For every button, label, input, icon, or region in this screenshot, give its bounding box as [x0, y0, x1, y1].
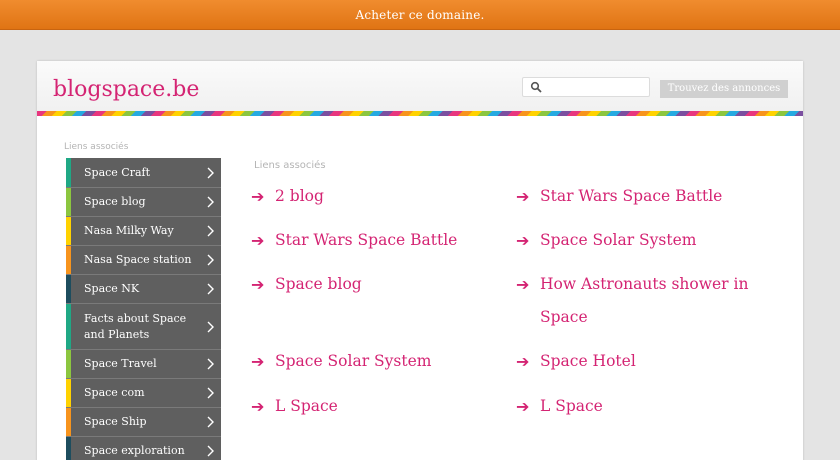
arrow-right-icon: ➔ [251, 352, 265, 371]
related-link-label: L Space [275, 397, 338, 415]
sidebar-item-accent [66, 437, 71, 460]
related-link[interactable]: ➔ Space blog [251, 268, 491, 301]
site-logo[interactable]: blogspace.be [53, 76, 199, 104]
chevron-right-icon [207, 254, 214, 266]
color-stripe-divider [37, 111, 803, 116]
sidebar-item[interactable]: Space exploration [66, 437, 221, 460]
related-link[interactable]: ➔ L Space [251, 390, 491, 423]
related-link[interactable]: ➔ 2 blog [251, 180, 491, 213]
sidebar-item[interactable]: Nasa Space station [66, 246, 221, 275]
top-bar: Acheter ce domaine. [0, 0, 840, 30]
related-link[interactable]: ➔ L Space [516, 390, 756, 423]
search-input[interactable] [547, 78, 647, 96]
header: blogspace.be Trouvez des annonces [37, 61, 803, 116]
chevron-right-icon [207, 167, 214, 178]
chevron-right-icon [207, 416, 214, 428]
related-link-label: Star Wars Space Battle [275, 231, 458, 249]
sidebar-item-label: Facts about Space and Planets [84, 311, 187, 341]
chevron-right-icon [207, 445, 214, 457]
arrow-right-icon: ➔ [516, 275, 530, 294]
sidebar-item-label: Space Ship [84, 415, 147, 428]
sidebar-item-label: Nasa Milky Way [84, 224, 174, 237]
sidebar-heading: Liens associés [64, 142, 129, 152]
related-link-label: L Space [540, 397, 603, 415]
arrow-right-icon: ➔ [251, 231, 265, 250]
sidebar-item-label: Space Craft [84, 165, 151, 179]
arrow-right-icon: ➔ [251, 187, 265, 206]
chevron-right-icon [207, 196, 214, 208]
related-link[interactable]: ➔ Space Solar System [251, 345, 491, 378]
links-heading: Liens associés [254, 160, 326, 171]
chevron-right-icon [207, 225, 214, 237]
related-link-label: Space blog [275, 275, 362, 293]
search-icon [530, 81, 542, 93]
sidebar-item-label: Space com [84, 386, 145, 399]
related-link[interactable]: ➔ Space Hotel [516, 345, 756, 378]
arrow-right-icon: ➔ [516, 187, 530, 206]
related-link[interactable]: ➔ Space Solar System [516, 224, 756, 257]
sidebar-item-accent [66, 350, 71, 378]
arrow-right-icon: ➔ [251, 275, 265, 294]
related-link-label: Space Solar System [275, 352, 432, 370]
sidebar-item-label: Space Travel [84, 357, 157, 370]
sidebar-item-label: Space exploration [84, 444, 185, 457]
related-link[interactable]: ➔ How Astronauts shower in Space [516, 268, 756, 334]
sidebar-item[interactable]: Facts about Space and Planets [66, 304, 221, 350]
related-link-label: Space Hotel [540, 352, 636, 370]
search-box [522, 77, 650, 97]
sidebar-item[interactable]: Space com [66, 379, 221, 408]
sidebar-item[interactable]: Space Travel [66, 350, 221, 379]
sidebar-item[interactable]: Space NK [66, 275, 221, 304]
sidebar-item-accent [66, 304, 71, 349]
related-link-label: Space Solar System [540, 231, 697, 249]
related-link-label: Star Wars Space Battle [540, 187, 723, 205]
sidebar-item[interactable]: Space Craft [66, 158, 221, 188]
related-link-label: How Astronauts shower in Space [540, 275, 749, 326]
sidebar-item-accent [66, 188, 71, 216]
chevron-right-icon [207, 358, 214, 370]
sidebar-item[interactable]: Nasa Milky Way [66, 217, 221, 246]
sidebar-item-accent [66, 217, 71, 245]
sidebar-item[interactable]: Space blog [66, 188, 221, 217]
sidebar-item-label: Space NK [84, 282, 140, 295]
sidebar-item[interactable]: Space Ship [66, 408, 221, 437]
sidebar: Space Craft Space blog Nasa Milky Way Nasa … [66, 158, 221, 460]
related-link[interactable]: ➔ Star Wars Space Battle [516, 180, 756, 213]
buy-domain-link[interactable]: Acheter ce domaine. [355, 8, 484, 22]
arrow-right-icon: ➔ [516, 231, 530, 250]
search-button[interactable]: Trouvez des annonces [660, 80, 788, 98]
page-card: blogspace.be Trouvez des annonces Liens … [37, 61, 803, 460]
sidebar-item-label: Nasa Space station [84, 253, 192, 266]
chevron-right-icon [207, 321, 214, 332]
arrow-right-icon: ➔ [516, 397, 530, 416]
sidebar-item-accent [66, 275, 71, 303]
related-link-label: 2 blog [275, 187, 324, 205]
arrow-right-icon: ➔ [251, 397, 265, 416]
sidebar-item-accent [66, 379, 71, 407]
chevron-right-icon [207, 283, 214, 295]
sidebar-item-accent [66, 246, 71, 274]
sidebar-item-accent [66, 408, 71, 436]
related-link[interactable]: ➔ Star Wars Space Battle [251, 224, 491, 257]
chevron-right-icon [207, 387, 214, 399]
arrow-right-icon: ➔ [516, 352, 530, 371]
sidebar-item-label: Space blog [84, 195, 146, 208]
sidebar-item-accent [66, 158, 71, 187]
